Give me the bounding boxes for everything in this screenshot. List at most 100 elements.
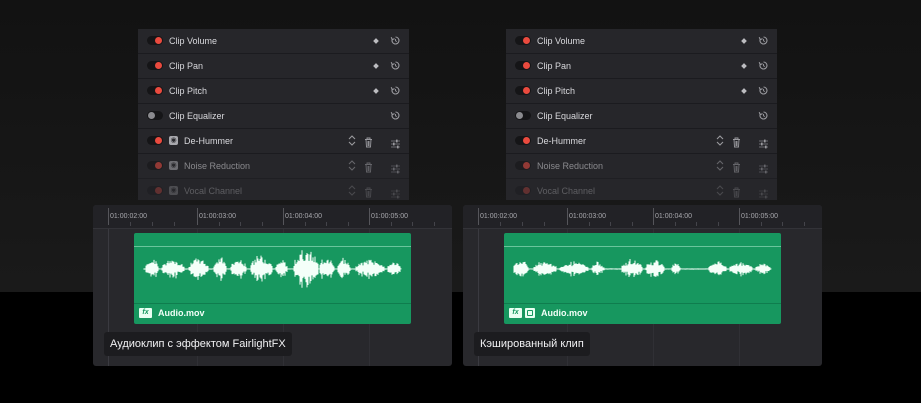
reset-icon[interactable] [390,85,401,96]
row-label: Clip Pitch [537,86,576,96]
clip-pitch-toggle[interactable] [515,86,531,95]
sliders-icon[interactable] [758,136,769,149]
vocal-channel-toggle[interactable] [147,186,163,195]
keyframe-icon[interactable] [741,88,747,94]
inspector-row-de-hummer[interactable]: De-Hummer [506,129,777,154]
inspector-row-clip-equalizer[interactable]: Clip Equalizer [506,104,777,129]
inspector-row-clip-volume[interactable]: Clip Volume [506,29,777,54]
reset-icon[interactable] [758,35,769,46]
row-label: Vocal Channel [537,186,596,196]
row-label: De-Hummer [184,136,234,146]
plugin-icon: ◉ [169,161,178,170]
reset-icon[interactable] [758,85,769,96]
fx-badge-icon: fx [509,308,522,318]
row-label: Clip Pitch [169,86,208,96]
clip-equalizer-toggle[interactable] [515,111,531,120]
audio-clip[interactable]: fx Audio.mov [134,233,411,324]
inspector-row-de-hummer[interactable]: ◉ De-Hummer [138,129,409,154]
keyframe-icon[interactable] [373,38,379,44]
keyframe-icon[interactable] [373,63,379,69]
ruler-timecode: 01:00:03:00 [569,213,606,220]
inspector-row-vocal-channel[interactable]: ◉ Vocal Channel [138,179,409,200]
clip-inspector-panel: Clip Volume Clip Pan Clip Pitch Clip Equ… [506,29,777,200]
ruler-timecode: 01:00:05:00 [371,213,408,220]
clip-inspector-panel: Clip Volume Clip Pan Clip Pitch Clip Equ… [138,29,409,200]
inspector-row-vocal-channel[interactable]: Vocal Channel [506,179,777,200]
noise-reduction-toggle[interactable] [147,161,163,170]
de-hummer-toggle[interactable] [515,136,531,145]
row-label: Clip Volume [169,36,218,46]
inspector-row-noise-reduction[interactable]: Noise Reduction [506,154,777,179]
trash-icon[interactable] [364,185,373,198]
up-down-arrows-icon[interactable] [348,184,356,197]
up-down-arrows-icon[interactable] [716,159,724,172]
clip-footer: fx Audio.mov [509,306,588,320]
up-down-arrows-icon[interactable] [348,134,356,147]
row-label: Noise Reduction [184,161,251,171]
reset-icon[interactable] [758,60,769,71]
timecode-ruler[interactable]: 01:00:02:00 01:00:03:00 01:00:04:00 01:0… [463,205,822,229]
trash-icon[interactable] [732,135,741,148]
clip-equalizer-toggle[interactable] [147,111,163,120]
audio-clip[interactable]: fx Audio.mov [504,233,781,324]
clip-pan-toggle[interactable] [147,61,163,70]
clip-name: Audio.mov [158,308,205,318]
ruler-tick [478,208,479,225]
ruler-timecode: 01:00:03:00 [199,213,236,220]
timecode-ruler[interactable]: 01:00:02:00 01:00:03:00 01:00:04:00 01:0… [93,205,452,229]
up-down-arrows-icon[interactable] [716,134,724,147]
inspector-row-clip-pan[interactable]: Clip Pan [138,54,409,79]
inspector-row-clip-pitch[interactable]: Clip Pitch [138,79,409,104]
ruler-tick [653,208,654,225]
reset-icon[interactable] [390,60,401,71]
ruler-timecode: 01:00:04:00 [655,213,692,220]
caption-label: Аудиоклип с эффектом FairlightFX [104,332,292,356]
inspector-row-clip-equalizer[interactable]: Clip Equalizer [138,104,409,129]
ruler-timecode: 01:00:05:00 [741,213,778,220]
sliders-icon[interactable] [390,186,401,199]
de-hummer-toggle[interactable] [147,136,163,145]
clip-pan-toggle[interactable] [515,61,531,70]
ruler-timecode: 01:00:02:00 [480,213,517,220]
trash-icon[interactable] [732,185,741,198]
up-down-arrows-icon[interactable] [716,184,724,197]
ruler-tick [283,208,284,225]
keyframe-icon[interactable] [741,63,747,69]
inspector-row-noise-reduction[interactable]: ◉ Noise Reduction [138,154,409,179]
ruler-tick [369,208,370,225]
demo-fairlightfx-clip: Clip Volume Clip Pan Clip Pitch Clip Equ… [0,0,460,403]
row-label: Clip Pan [537,61,572,71]
sliders-icon[interactable] [390,136,401,149]
audio-waveform [513,259,772,277]
keyframe-icon[interactable] [373,88,379,94]
reset-icon[interactable] [758,110,769,121]
trash-icon[interactable] [364,160,373,173]
row-label: De-Hummer [537,136,587,146]
clip-volume-toggle[interactable] [515,36,531,45]
reset-icon[interactable] [390,35,401,46]
sliders-icon[interactable] [390,161,401,174]
inspector-row-clip-volume[interactable]: Clip Volume [138,29,409,54]
keyframe-icon[interactable] [741,38,747,44]
clip-volume-toggle[interactable] [147,36,163,45]
sliders-icon[interactable] [758,186,769,199]
inspector-row-clip-pitch[interactable]: Clip Pitch [506,79,777,104]
audio-waveform [143,250,402,288]
clip-pitch-toggle[interactable] [147,86,163,95]
trash-icon[interactable] [364,135,373,148]
reset-icon[interactable] [390,110,401,121]
row-label: Clip Pan [169,61,204,71]
clip-divider [134,303,411,304]
up-down-arrows-icon[interactable] [348,159,356,172]
row-label: Clip Equalizer [169,111,225,121]
clip-name: Audio.mov [541,308,588,318]
noise-reduction-toggle[interactable] [515,161,531,170]
row-label: Clip Volume [537,36,586,46]
ruler-tick [197,208,198,225]
inspector-row-clip-pan[interactable]: Clip Pan [506,54,777,79]
clip-footer: fx Audio.mov [139,306,205,320]
vocal-channel-toggle[interactable] [515,186,531,195]
trash-icon[interactable] [732,160,741,173]
row-label: Clip Equalizer [537,111,593,121]
sliders-icon[interactable] [758,161,769,174]
